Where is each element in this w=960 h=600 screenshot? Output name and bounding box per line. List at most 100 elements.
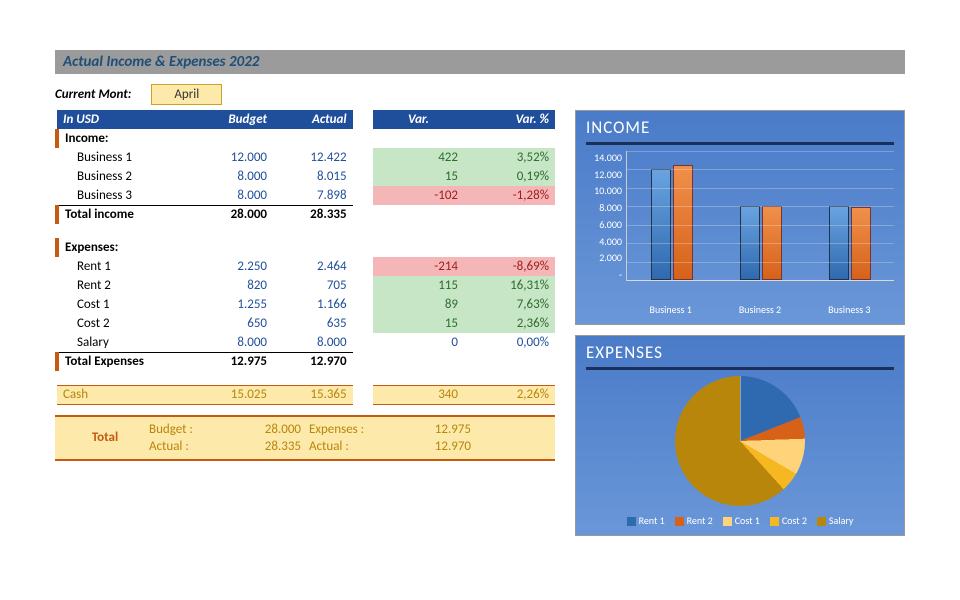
row-var: 115 — [373, 276, 464, 295]
totals-box: Total Budget : 28.000 Expenses : 12.975 … — [55, 415, 555, 461]
row-actual: 8.000 — [273, 333, 353, 352]
row-name: Business 2 — [57, 167, 193, 186]
x-label: Business 1 — [650, 303, 692, 316]
row-name: Business 3 — [57, 186, 193, 205]
expenses-pie — [675, 376, 805, 506]
expenses-chart: EXPENSES Rent 1 Rent 2 Cost 1 Cost 2 Salary — [575, 335, 905, 536]
expenses-total-row: Total Expenses 12.975 12.970 — [57, 352, 555, 371]
row-name: Rent 1 — [57, 257, 193, 276]
income-chart-plot — [626, 151, 894, 281]
cash-row: Cash 15.025 15.365 340 2,26% — [57, 385, 555, 404]
row-actual: 1.166 — [273, 295, 353, 314]
row-budget: 650 — [193, 314, 273, 333]
current-month-label: Current Mont: — [55, 87, 131, 102]
row-var-pct: 0,00% — [464, 333, 555, 352]
legend-item: Cost 1 — [723, 514, 760, 527]
tb-actual2-val: 12.970 — [395, 438, 475, 455]
row-actual: 635 — [273, 314, 353, 333]
expenses-chart-title: EXPENSES — [586, 342, 894, 363]
income-chart-xlabels: Business 1 Business 2 Business 3 — [626, 303, 894, 316]
income-total-budget: 28.000 — [193, 205, 273, 224]
current-month-value[interactable]: April — [151, 84, 222, 105]
row-var: 89 — [373, 295, 464, 314]
data-table: In USD Budget Actual Var. Var. % Income:… — [55, 110, 555, 405]
table-header: In USD Budget Actual Var. Var. % — [57, 110, 555, 129]
table-row: Business 28.0008.015 150,19% — [57, 167, 555, 186]
table-row: Rent 12.2502.464 -214-8,69% — [57, 257, 555, 276]
row-name: Rent 2 — [57, 276, 193, 295]
row-name: Cost 2 — [57, 314, 193, 333]
row-var: -214 — [373, 257, 464, 276]
row-budget: 2.250 — [193, 257, 273, 276]
expenses-section-label: Expenses: — [57, 238, 193, 257]
legend-item: Salary — [817, 514, 854, 527]
row-actual: 7.898 — [273, 186, 353, 205]
row-var-pct: 7,63% — [464, 295, 555, 314]
row-budget: 8.000 — [193, 167, 273, 186]
legend-item: Rent 1 — [627, 514, 665, 527]
row-var: 15 — [373, 314, 464, 333]
table-row: Business 38.0007.898 -102-1,28% — [57, 186, 555, 205]
income-total-label: Total income — [57, 205, 193, 224]
totals-label: Total — [65, 421, 145, 455]
page-title: Actual Income & Expenses 2022 — [55, 50, 905, 74]
income-total-row: Total income 28.000 28.335 — [57, 205, 555, 224]
tb-expenses-label: Expenses : — [305, 421, 395, 438]
table-row: Business 112.00012.422 4223,52% — [57, 148, 555, 167]
hdr-var-pct: Var. % — [464, 110, 555, 129]
tb-actual2-label: Actual : — [305, 438, 395, 455]
row-budget: 8.000 — [193, 186, 273, 205]
bar — [673, 165, 693, 280]
row-budget: 820 — [193, 276, 273, 295]
row-actual: 705 — [273, 276, 353, 295]
tb-expenses-val: 12.975 — [395, 421, 475, 438]
row-var-pct: -1,28% — [464, 186, 555, 205]
row-var: 0 — [373, 333, 464, 352]
hdr-budget: Budget — [193, 110, 273, 129]
row-budget: 8.000 — [193, 333, 273, 352]
row-name: Cost 1 — [57, 295, 193, 314]
legend-item: Cost 2 — [770, 514, 807, 527]
cash-var: 340 — [373, 385, 464, 404]
income-chart: INCOME 14.00012.00010.0008.0006.0004.000… — [575, 110, 905, 325]
row-var-pct: 3,52% — [464, 148, 555, 167]
tb-budget-val: 28.000 — [225, 421, 305, 438]
x-label: Business 2 — [739, 303, 781, 316]
row-var-pct: 0,19% — [464, 167, 555, 186]
hdr-actual: Actual — [273, 110, 353, 129]
table-row: Cost 2650635 152,36% — [57, 314, 555, 333]
income-chart-yaxis: 14.00012.00010.0008.0006.0004.0002.000- — [586, 151, 626, 281]
row-var: 422 — [373, 148, 464, 167]
cash-var-pct: 2,26% — [464, 385, 555, 404]
expenses-total-actual: 12.970 — [273, 352, 353, 371]
hdr-var: Var. — [373, 110, 464, 129]
row-name: Salary — [57, 333, 193, 352]
table-row: Rent 2820705 11516,31% — [57, 276, 555, 295]
x-label: Business 3 — [828, 303, 870, 316]
row-var-pct: 16,31% — [464, 276, 555, 295]
row-budget: 1.255 — [193, 295, 273, 314]
row-name: Business 1 — [57, 148, 193, 167]
row-actual: 12.422 — [273, 148, 353, 167]
table-row: Salary8.0008.00000,00% — [57, 333, 555, 352]
income-section-label: Income: — [57, 129, 193, 148]
row-var: -102 — [373, 186, 464, 205]
cash-label: Cash — [57, 385, 193, 404]
hdr-currency: In USD — [57, 110, 193, 129]
row-var: 15 — [373, 167, 464, 186]
legend-item: Rent 2 — [675, 514, 713, 527]
row-actual: 2.464 — [273, 257, 353, 276]
row-var-pct: 2,36% — [464, 314, 555, 333]
row-var-pct: -8,69% — [464, 257, 555, 276]
cash-actual: 15.365 — [273, 385, 353, 404]
table-row: Cost 11.2551.166 897,63% — [57, 295, 555, 314]
income-total-actual: 28.335 — [273, 205, 353, 224]
income-chart-title: INCOME — [586, 117, 894, 138]
expenses-total-label: Total Expenses — [57, 352, 193, 371]
expenses-total-budget: 12.975 — [193, 352, 273, 371]
row-budget: 12.000 — [193, 148, 273, 167]
tb-budget-label: Budget : — [145, 421, 225, 438]
row-actual: 8.015 — [273, 167, 353, 186]
cash-budget: 15.025 — [193, 385, 273, 404]
expenses-pie-legend: Rent 1 Rent 2 Cost 1 Cost 2 Salary — [627, 514, 854, 527]
